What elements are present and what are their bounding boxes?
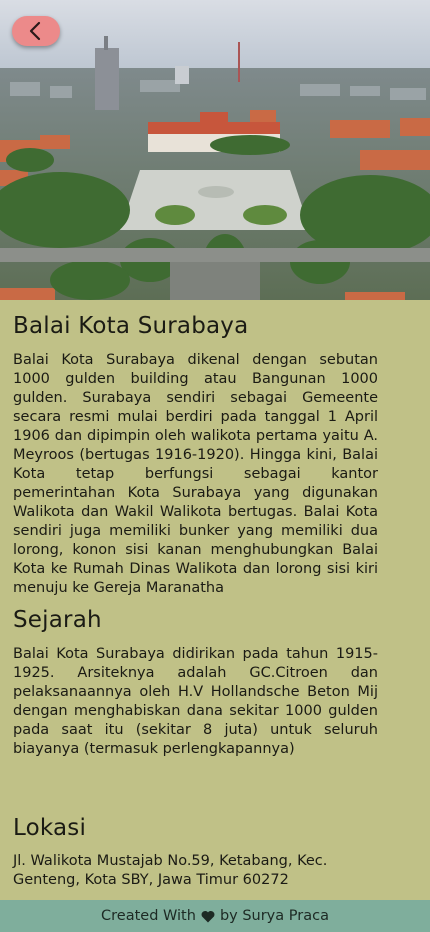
footer-suffix: by Surya Praca: [219, 908, 329, 924]
history-heading: Sejarah: [13, 607, 102, 633]
location-heading: Lokasi: [13, 815, 87, 841]
footer-prefix: Created With: [101, 908, 196, 924]
footer: Created With by Surya Praca: [0, 900, 430, 932]
city-hall-aerial-photo: [0, 0, 430, 300]
heart-icon: [201, 910, 215, 923]
history-text: Balai Kota Surabaya didirikan pada tahun…: [13, 646, 378, 757]
page-title: Balai Kota Surabaya: [13, 313, 249, 339]
hero-image: [0, 0, 430, 300]
back-button[interactable]: [12, 16, 60, 46]
location-text: Jl. Walikota Mustajab No.59, Ketabang, K…: [13, 853, 328, 888]
chevron-left-icon: [29, 21, 41, 41]
description-text: Balai Kota Surabaya dikenal dengan sebut…: [13, 352, 378, 596]
